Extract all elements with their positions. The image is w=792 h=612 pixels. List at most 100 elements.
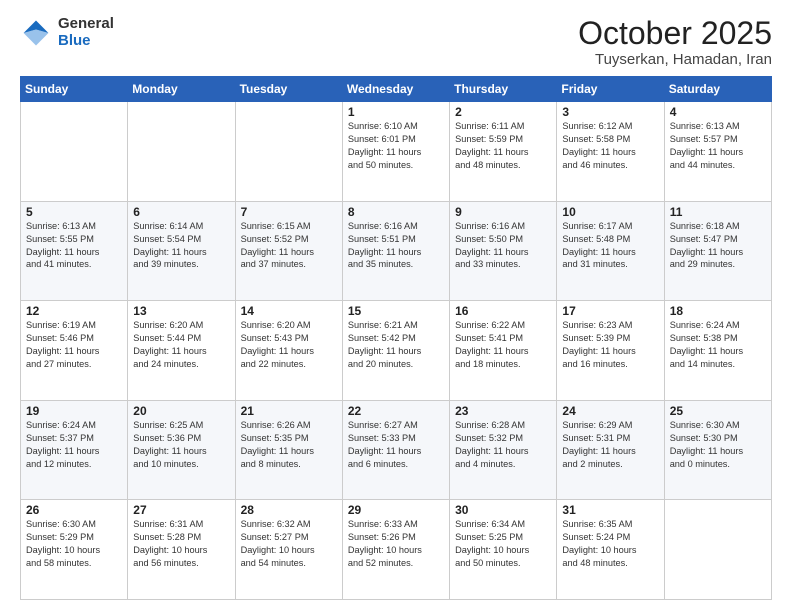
week-row-0: 1Sunrise: 6:10 AM Sunset: 6:01 PM Daylig… bbox=[21, 102, 772, 202]
calendar-cell-0-5: 3Sunrise: 6:12 AM Sunset: 5:58 PM Daylig… bbox=[557, 102, 664, 202]
calendar-cell-1-0: 5Sunrise: 6:13 AM Sunset: 5:55 PM Daylig… bbox=[21, 201, 128, 301]
calendar-cell-1-5: 10Sunrise: 6:17 AM Sunset: 5:48 PM Dayli… bbox=[557, 201, 664, 301]
day-info-3-1: Sunrise: 6:25 AM Sunset: 5:36 PM Dayligh… bbox=[133, 419, 229, 471]
weekday-header-row: Sunday Monday Tuesday Wednesday Thursday… bbox=[21, 77, 772, 102]
calendar-cell-3-5: 24Sunrise: 6:29 AM Sunset: 5:31 PM Dayli… bbox=[557, 400, 664, 500]
calendar-cell-3-3: 22Sunrise: 6:27 AM Sunset: 5:33 PM Dayli… bbox=[342, 400, 449, 500]
calendar-cell-0-0 bbox=[21, 102, 128, 202]
calendar-cell-4-6 bbox=[664, 500, 771, 600]
calendar-cell-4-3: 29Sunrise: 6:33 AM Sunset: 5:26 PM Dayli… bbox=[342, 500, 449, 600]
day-info-4-4: Sunrise: 6:34 AM Sunset: 5:25 PM Dayligh… bbox=[455, 518, 551, 570]
calendar-cell-4-1: 27Sunrise: 6:31 AM Sunset: 5:28 PM Dayli… bbox=[128, 500, 235, 600]
header-tuesday: Tuesday bbox=[235, 77, 342, 102]
calendar: Sunday Monday Tuesday Wednesday Thursday… bbox=[20, 76, 772, 600]
week-row-4: 26Sunrise: 6:30 AM Sunset: 5:29 PM Dayli… bbox=[21, 500, 772, 600]
week-row-1: 5Sunrise: 6:13 AM Sunset: 5:55 PM Daylig… bbox=[21, 201, 772, 301]
header-sunday: Sunday bbox=[21, 77, 128, 102]
day-info-2-4: Sunrise: 6:22 AM Sunset: 5:41 PM Dayligh… bbox=[455, 319, 551, 371]
calendar-cell-0-2 bbox=[235, 102, 342, 202]
location: Tuyserkan, Hamadan, Iran bbox=[578, 51, 772, 68]
day-number-0-6: 4 bbox=[670, 105, 766, 119]
week-row-3: 19Sunrise: 6:24 AM Sunset: 5:37 PM Dayli… bbox=[21, 400, 772, 500]
header-wednesday: Wednesday bbox=[342, 77, 449, 102]
day-info-4-3: Sunrise: 6:33 AM Sunset: 5:26 PM Dayligh… bbox=[348, 518, 444, 570]
day-number-0-5: 3 bbox=[562, 105, 658, 119]
day-info-2-3: Sunrise: 6:21 AM Sunset: 5:42 PM Dayligh… bbox=[348, 319, 444, 371]
day-number-3-4: 23 bbox=[455, 404, 551, 418]
calendar-cell-0-6: 4Sunrise: 6:13 AM Sunset: 5:57 PM Daylig… bbox=[664, 102, 771, 202]
day-number-2-3: 15 bbox=[348, 304, 444, 318]
logo: General Blue bbox=[20, 16, 114, 49]
day-number-4-3: 29 bbox=[348, 503, 444, 517]
day-number-3-5: 24 bbox=[562, 404, 658, 418]
page: General Blue October 2025 Tuyserkan, Ham… bbox=[0, 0, 792, 612]
calendar-cell-1-2: 7Sunrise: 6:15 AM Sunset: 5:52 PM Daylig… bbox=[235, 201, 342, 301]
day-number-2-6: 18 bbox=[670, 304, 766, 318]
header-saturday: Saturday bbox=[664, 77, 771, 102]
day-info-1-2: Sunrise: 6:15 AM Sunset: 5:52 PM Dayligh… bbox=[241, 220, 337, 272]
day-info-1-1: Sunrise: 6:14 AM Sunset: 5:54 PM Dayligh… bbox=[133, 220, 229, 272]
day-number-2-1: 13 bbox=[133, 304, 229, 318]
day-info-1-4: Sunrise: 6:16 AM Sunset: 5:50 PM Dayligh… bbox=[455, 220, 551, 272]
day-number-4-1: 27 bbox=[133, 503, 229, 517]
day-info-1-0: Sunrise: 6:13 AM Sunset: 5:55 PM Dayligh… bbox=[26, 220, 122, 272]
day-info-0-4: Sunrise: 6:11 AM Sunset: 5:59 PM Dayligh… bbox=[455, 120, 551, 172]
day-info-3-2: Sunrise: 6:26 AM Sunset: 5:35 PM Dayligh… bbox=[241, 419, 337, 471]
calendar-cell-4-5: 31Sunrise: 6:35 AM Sunset: 5:24 PM Dayli… bbox=[557, 500, 664, 600]
day-number-4-0: 26 bbox=[26, 503, 122, 517]
day-info-0-3: Sunrise: 6:10 AM Sunset: 6:01 PM Dayligh… bbox=[348, 120, 444, 172]
calendar-cell-3-1: 20Sunrise: 6:25 AM Sunset: 5:36 PM Dayli… bbox=[128, 400, 235, 500]
calendar-cell-2-3: 15Sunrise: 6:21 AM Sunset: 5:42 PM Dayli… bbox=[342, 301, 449, 401]
day-info-3-5: Sunrise: 6:29 AM Sunset: 5:31 PM Dayligh… bbox=[562, 419, 658, 471]
logo-icon bbox=[20, 17, 52, 49]
day-number-1-2: 7 bbox=[241, 205, 337, 219]
header-friday: Friday bbox=[557, 77, 664, 102]
day-number-2-4: 16 bbox=[455, 304, 551, 318]
day-info-2-0: Sunrise: 6:19 AM Sunset: 5:46 PM Dayligh… bbox=[26, 319, 122, 371]
day-number-0-4: 2 bbox=[455, 105, 551, 119]
day-number-3-0: 19 bbox=[26, 404, 122, 418]
day-number-1-1: 6 bbox=[133, 205, 229, 219]
day-number-3-6: 25 bbox=[670, 404, 766, 418]
day-info-2-6: Sunrise: 6:24 AM Sunset: 5:38 PM Dayligh… bbox=[670, 319, 766, 371]
day-info-3-4: Sunrise: 6:28 AM Sunset: 5:32 PM Dayligh… bbox=[455, 419, 551, 471]
day-number-2-5: 17 bbox=[562, 304, 658, 318]
calendar-cell-3-6: 25Sunrise: 6:30 AM Sunset: 5:30 PM Dayli… bbox=[664, 400, 771, 500]
calendar-cell-2-6: 18Sunrise: 6:24 AM Sunset: 5:38 PM Dayli… bbox=[664, 301, 771, 401]
calendar-cell-2-5: 17Sunrise: 6:23 AM Sunset: 5:39 PM Dayli… bbox=[557, 301, 664, 401]
day-info-4-2: Sunrise: 6:32 AM Sunset: 5:27 PM Dayligh… bbox=[241, 518, 337, 570]
logo-blue-text: Blue bbox=[58, 33, 114, 50]
logo-text: General Blue bbox=[58, 16, 114, 49]
calendar-cell-2-1: 13Sunrise: 6:20 AM Sunset: 5:44 PM Dayli… bbox=[128, 301, 235, 401]
calendar-cell-0-1 bbox=[128, 102, 235, 202]
day-info-4-5: Sunrise: 6:35 AM Sunset: 5:24 PM Dayligh… bbox=[562, 518, 658, 570]
day-number-0-3: 1 bbox=[348, 105, 444, 119]
day-info-1-3: Sunrise: 6:16 AM Sunset: 5:51 PM Dayligh… bbox=[348, 220, 444, 272]
calendar-cell-1-6: 11Sunrise: 6:18 AM Sunset: 5:47 PM Dayli… bbox=[664, 201, 771, 301]
calendar-cell-0-3: 1Sunrise: 6:10 AM Sunset: 6:01 PM Daylig… bbox=[342, 102, 449, 202]
logo-general-text: General bbox=[58, 16, 114, 33]
calendar-cell-2-0: 12Sunrise: 6:19 AM Sunset: 5:46 PM Dayli… bbox=[21, 301, 128, 401]
day-info-3-3: Sunrise: 6:27 AM Sunset: 5:33 PM Dayligh… bbox=[348, 419, 444, 471]
calendar-cell-4-2: 28Sunrise: 6:32 AM Sunset: 5:27 PM Dayli… bbox=[235, 500, 342, 600]
day-number-1-0: 5 bbox=[26, 205, 122, 219]
week-row-2: 12Sunrise: 6:19 AM Sunset: 5:46 PM Dayli… bbox=[21, 301, 772, 401]
calendar-cell-1-4: 9Sunrise: 6:16 AM Sunset: 5:50 PM Daylig… bbox=[450, 201, 557, 301]
day-info-2-2: Sunrise: 6:20 AM Sunset: 5:43 PM Dayligh… bbox=[241, 319, 337, 371]
day-number-2-0: 12 bbox=[26, 304, 122, 318]
day-number-1-3: 8 bbox=[348, 205, 444, 219]
day-number-1-4: 9 bbox=[455, 205, 551, 219]
day-number-3-3: 22 bbox=[348, 404, 444, 418]
day-number-1-5: 10 bbox=[562, 205, 658, 219]
calendar-cell-3-2: 21Sunrise: 6:26 AM Sunset: 5:35 PM Dayli… bbox=[235, 400, 342, 500]
day-number-1-6: 11 bbox=[670, 205, 766, 219]
header: General Blue October 2025 Tuyserkan, Ham… bbox=[20, 16, 772, 68]
day-number-4-2: 28 bbox=[241, 503, 337, 517]
day-info-3-0: Sunrise: 6:24 AM Sunset: 5:37 PM Dayligh… bbox=[26, 419, 122, 471]
day-number-2-2: 14 bbox=[241, 304, 337, 318]
day-number-4-4: 30 bbox=[455, 503, 551, 517]
day-info-4-0: Sunrise: 6:30 AM Sunset: 5:29 PM Dayligh… bbox=[26, 518, 122, 570]
day-info-0-5: Sunrise: 6:12 AM Sunset: 5:58 PM Dayligh… bbox=[562, 120, 658, 172]
header-monday: Monday bbox=[128, 77, 235, 102]
day-info-4-1: Sunrise: 6:31 AM Sunset: 5:28 PM Dayligh… bbox=[133, 518, 229, 570]
